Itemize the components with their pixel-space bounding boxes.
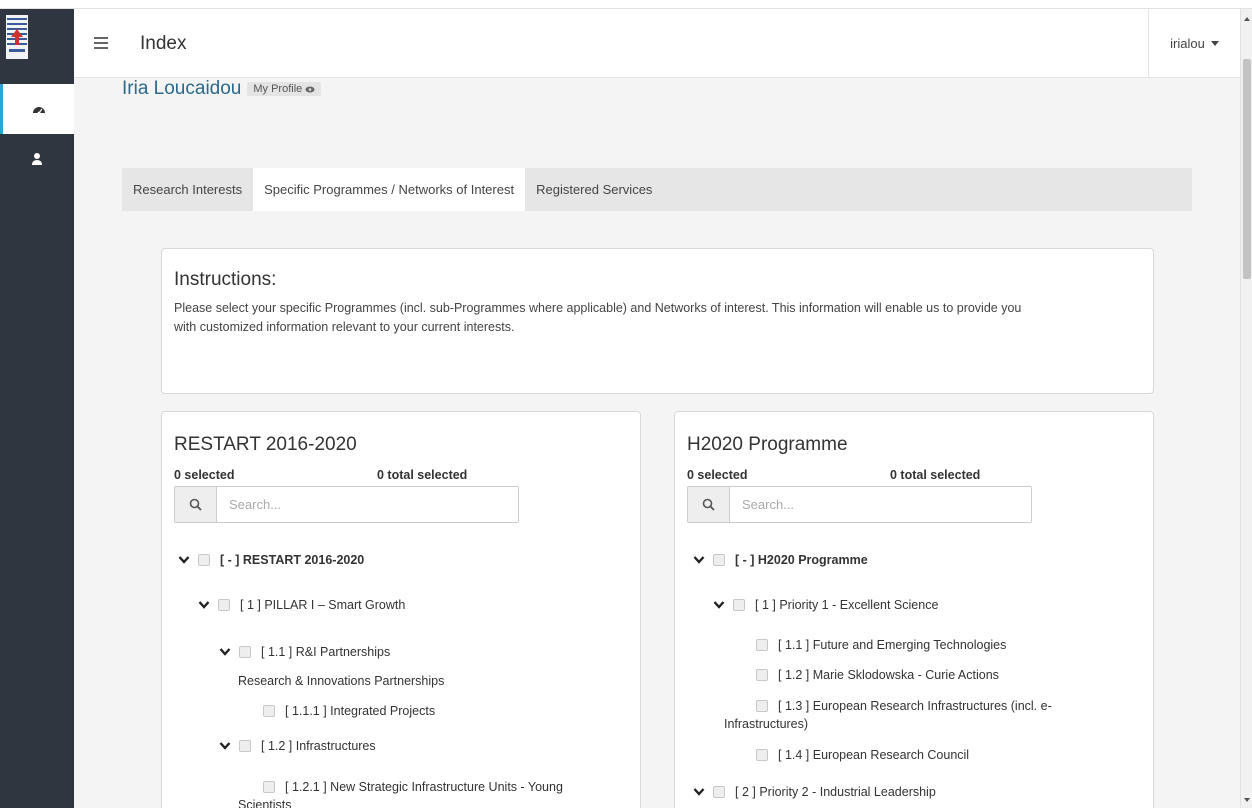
h2020-panel: H2020 Programme 0 selected 0 total selec… — [674, 411, 1154, 808]
user-icon — [32, 153, 42, 165]
sidebar-item-profile[interactable] — [0, 134, 74, 184]
tree-node-label: [ 1.1 ] Future and Emerging Technologies — [778, 638, 1007, 652]
selected-count: 0 selected — [174, 468, 235, 482]
caret-down-icon — [1210, 41, 1219, 46]
tree-node-label: [ 1 ] Priority 1 - Excellent Science — [755, 598, 939, 612]
my-profile-button[interactable]: My Profile — [247, 82, 322, 96]
tree-node-label: [ 1 ] PILLAR I – Smart Growth — [240, 598, 406, 612]
tree-node-label: [ 1.4 ] European Research Council — [778, 748, 970, 762]
tree-node-1-3[interactable]: [ 1.3 ] European Research Infrastructure… — [756, 699, 1052, 713]
username: irialou — [1170, 36, 1205, 51]
tab-research-interests[interactable]: Research Interests — [122, 168, 253, 211]
tree-checkbox[interactable] — [218, 599, 230, 611]
instructions-line-2: with customized information relevant to … — [174, 320, 515, 334]
my-profile-label: My Profile — [253, 83, 303, 95]
tab-registered-services[interactable]: Registered Services — [525, 168, 663, 211]
tree-node-label: [ 1.3 ] European Research Infrastructure… — [778, 699, 1052, 713]
instructions-panel: Instructions: Please select your specifi… — [161, 248, 1154, 394]
scroll-up-icon[interactable] — [1244, 17, 1250, 21]
instructions-title: Instructions: — [174, 269, 277, 290]
page-title: Index — [140, 33, 187, 54]
tree-node-root[interactable]: [ - ] RESTART 2016-2020 — [178, 553, 364, 567]
tree-checkbox[interactable] — [713, 554, 725, 566]
tree-checkbox[interactable] — [756, 700, 768, 712]
chevron-down-icon[interactable] — [693, 555, 705, 565]
tree-checkbox[interactable] — [263, 705, 275, 717]
tree-node-1-2[interactable]: [ 1.2 ] Marie Sklodowska - Curie Actions — [756, 668, 999, 682]
top-header: Index irialou — [74, 9, 1240, 78]
search-input[interactable] — [730, 487, 1031, 522]
search-box — [687, 486, 1032, 523]
search-input[interactable] — [217, 487, 518, 522]
tree-node-description: Research & Innovations Partnerships — [238, 674, 445, 688]
selected-count: 0 selected — [687, 468, 748, 482]
profile-name: Iria Loucaidou — [122, 79, 242, 96]
search-box — [174, 486, 519, 523]
tree-checkbox[interactable] — [713, 786, 725, 798]
tree-node-label-continued: Infrastructures) — [724, 717, 809, 731]
tree-node-label: [ - ] RESTART 2016-2020 — [220, 553, 365, 567]
search-icon — [175, 487, 217, 522]
tree-node-1-2-1[interactable]: [ 1.2.1 ] New Strategic Infrastructure U… — [263, 780, 563, 794]
tree-checkbox[interactable] — [733, 599, 745, 611]
tree-node-label: [ 1.2 ] Marie Sklodowska - Curie Actions — [778, 668, 999, 682]
tree-node-1[interactable]: [ 1 ] PILLAR I – Smart Growth — [198, 598, 405, 612]
eye-icon — [305, 86, 315, 93]
panel-title: RESTART 2016-2020 — [174, 434, 357, 455]
chevron-down-icon[interactable] — [219, 741, 231, 751]
chevron-down-icon[interactable] — [713, 600, 725, 610]
chevron-down-icon[interactable] — [219, 647, 231, 657]
panel-title: H2020 Programme — [687, 434, 848, 455]
tree-checkbox[interactable] — [239, 646, 251, 658]
profile-line: Iria Loucaidou My Profile — [122, 79, 322, 96]
restart-panel: RESTART 2016-2020 0 selected 0 total sel… — [161, 411, 641, 808]
tree-node-label-continued: Scientists — [238, 798, 292, 808]
chevron-down-icon[interactable] — [178, 555, 190, 565]
total-selected-count: 0 total selected — [377, 468, 468, 482]
tab-bar: Research Interests Specific Programmes /… — [122, 168, 1192, 211]
total-selected-count: 0 total selected — [890, 468, 981, 482]
tree-node-1-4[interactable]: [ 1.4 ] European Research Council — [756, 748, 969, 762]
tree-node-root[interactable]: [ - ] H2020 Programme — [693, 553, 868, 567]
tree-node-label: [ 1.2 ] Infrastructures — [261, 739, 376, 753]
logo-area[interactable] — [0, 9, 74, 78]
tree-node-1-1[interactable]: [ 1.1 ] Future and Emerging Technologies — [756, 638, 1006, 652]
tree-node-label: [ 1.1.1 ] Integrated Projects — [285, 704, 436, 718]
tree-checkbox[interactable] — [198, 554, 210, 566]
scroll-thumb[interactable] — [1243, 59, 1251, 279]
tree-node-1-2[interactable]: [ 1.2 ] Infrastructures — [219, 739, 376, 753]
tab-specific-programmes[interactable]: Specific Programmes / Networks of Intere… — [253, 168, 526, 211]
tree-node-label: [ - ] H2020 Programme — [735, 553, 868, 567]
chevron-down-icon[interactable] — [693, 787, 705, 797]
tree-checkbox[interactable] — [239, 740, 251, 752]
tree-checkbox[interactable] — [263, 781, 275, 793]
tree-node-label: [ 1.1 ] R&I Partnerships — [261, 645, 391, 659]
scroll-down-icon[interactable] — [1244, 798, 1250, 802]
tree-node-2[interactable]: [ 2 ] Priority 2 - Industrial Leadership — [693, 785, 936, 799]
tree-checkbox[interactable] — [756, 669, 768, 681]
dashboard-icon — [32, 107, 45, 115]
menu-icon[interactable] — [94, 37, 108, 49]
page-scrollbar[interactable] — [1240, 9, 1252, 808]
tree-node-1-1[interactable]: [ 1.1 ] R&I Partnerships — [219, 645, 390, 659]
search-icon — [688, 487, 730, 522]
tree-node-1[interactable]: [ 1 ] Priority 1 - Excellent Science — [713, 598, 938, 612]
top-strip — [0, 0, 1252, 9]
sidebar-item-dashboard[interactable] — [0, 84, 74, 134]
chevron-down-icon[interactable] — [198, 600, 210, 610]
tree-node-1-1-1[interactable]: [ 1.1.1 ] Integrated Projects — [263, 704, 435, 718]
user-menu[interactable]: irialou — [1148, 9, 1240, 78]
logo-icon — [6, 15, 28, 59]
tree-node-label: [ 2 ] Priority 2 - Industrial Leadership — [735, 785, 936, 799]
instructions-line-1: Please select your specific Programmes (… — [174, 301, 1022, 315]
tree-node-label: [ 1.2.1 ] New Strategic Infrastructure U… — [285, 780, 563, 794]
instructions-text: Please select your specific Programmes (… — [174, 299, 1141, 337]
tree-checkbox[interactable] — [756, 639, 768, 651]
tree-checkbox[interactable] — [756, 749, 768, 761]
